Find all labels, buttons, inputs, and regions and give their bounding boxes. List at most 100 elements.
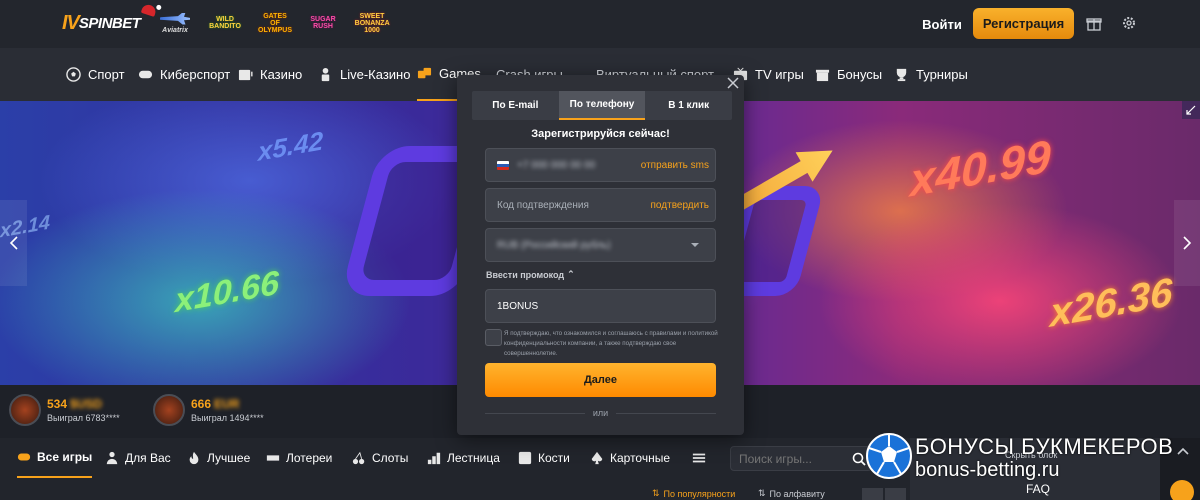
fire-icon (189, 451, 199, 465)
category-label: Лучшее (207, 451, 251, 465)
search-icon[interactable] (852, 452, 866, 466)
game-thumbnail (153, 394, 185, 426)
dice-icon (417, 67, 432, 79)
category-label: Все игры (37, 450, 93, 464)
nav-item-tournaments[interactable]: Турниры (894, 48, 968, 101)
support-chat-button[interactable] (1170, 480, 1194, 500)
gift-icon[interactable] (1086, 15, 1102, 31)
sort-label: По алфавиту (769, 488, 825, 499)
scroll-up-icon[interactable] (1176, 445, 1190, 459)
gamepad-icon (138, 70, 153, 79)
confirm-link[interactable]: подтвердить (651, 200, 709, 211)
nav-label: Киберспорт (160, 67, 231, 82)
nav-label: Live-Казино (340, 67, 411, 82)
sort-label: По популярности (663, 488, 736, 499)
sort-icon: ⇅ (758, 488, 766, 498)
category-dice[interactable]: Кости (518, 438, 570, 478)
category-lotteries[interactable]: Лотереи (266, 438, 332, 478)
category-label: Слоты (372, 451, 409, 465)
banner-multiplier: x26.36 (1050, 270, 1173, 336)
person-icon (106, 451, 118, 465)
currency-select[interactable]: RUB (Российский рубль) (485, 228, 716, 262)
send-sms-link[interactable]: отправить sms (641, 160, 709, 171)
trophy-icon (896, 68, 907, 82)
chevron-up-icon: ⌃ (567, 269, 575, 279)
search-input[interactable] (730, 446, 872, 471)
header-game-aviator[interactable]: Aviatrix (158, 9, 192, 37)
category-for-you[interactable]: Для Вас (105, 438, 171, 478)
game-thumbnail (9, 394, 41, 426)
winner-user: Выиграл 1494**** (191, 413, 264, 423)
category-cards[interactable]: Карточные (590, 438, 670, 478)
cherry-icon (352, 451, 365, 465)
nav-label: Бонусы (837, 67, 883, 82)
header-game-4[interactable]: SUGAR RUSH (306, 9, 340, 37)
category-more-menu[interactable] (692, 438, 706, 478)
spinbet-logo[interactable]: IV SPINBET (62, 3, 158, 35)
banner-prev-button[interactable] (0, 200, 27, 286)
sort-popular[interactable]: ⇅ По популярности (652, 488, 735, 499)
winner-item[interactable]: 666 EUR Выиграл 1494**** (153, 394, 264, 426)
modal-title: Зарегистрируйся сейчас! (531, 128, 670, 140)
tab-phone[interactable]: По телефону (558, 91, 646, 120)
watermark-title: БОНУСЫ БУКМЕКЕРОВ (915, 434, 1174, 459)
promo-code-input[interactable]: 1BONUS (485, 289, 716, 323)
list-view-icon[interactable] (885, 488, 906, 500)
soccer-ball-icon (66, 67, 81, 82)
nav-item-sport[interactable]: Спорт (66, 48, 125, 101)
promo-value: 1BONUS (497, 300, 539, 312)
category-best[interactable]: Лучшее (187, 438, 250, 478)
winner-item[interactable]: 534 $USD Выиграл 6783**** (9, 394, 120, 426)
header-game-5[interactable]: SWEET BONANZA 1000 (354, 9, 390, 37)
sort-alphabetical[interactable]: ⇅ По алфавиту (758, 488, 825, 499)
category-label: Для Вас (125, 451, 171, 465)
nav-item-esport[interactable]: Киберспорт (138, 48, 230, 101)
register-button[interactable]: Регистрация (973, 8, 1074, 39)
nav-item-live-casino[interactable]: Live-Казино (318, 48, 410, 101)
registration-tabs: По E-mail По телефону В 1 клик (472, 91, 732, 120)
ladder-icon (427, 452, 441, 465)
logo-text: SPINBET (78, 14, 141, 32)
category-ladder[interactable]: Лестница (427, 438, 500, 478)
tab-email[interactable]: По E-mail (472, 91, 559, 120)
category-label: Кости (538, 451, 570, 465)
close-icon[interactable] (726, 76, 740, 90)
login-button[interactable]: Войти (916, 12, 968, 36)
menu-icon (692, 453, 706, 463)
promo-code-toggle[interactable]: Ввести промокод ⌃ (486, 269, 575, 280)
header-game-3[interactable]: GATES OF OLYMPUS (258, 9, 292, 37)
winner-amount: 666 EUR (191, 397, 240, 411)
category-label: Лестница (447, 451, 500, 465)
winner-user: Выиграл 6783**** (47, 413, 120, 423)
consent-checkbox[interactable] (485, 329, 502, 346)
plane-icon (160, 12, 190, 25)
tab-one-click[interactable]: В 1 клик (645, 91, 732, 120)
soccer-ball-icon (866, 433, 912, 479)
faq-link[interactable]: FAQ (1026, 482, 1050, 496)
banner-collapse-button[interactable] (1182, 101, 1200, 119)
banner-next-button[interactable] (1174, 200, 1200, 286)
gear-icon[interactable] (1121, 15, 1137, 31)
category-slots[interactable]: Слоты (352, 438, 408, 478)
phone-field[interactable]: +7 000 000 00 00 отправить sms (485, 148, 716, 182)
code-placeholder: Код подтверждения (497, 199, 589, 211)
nav-item-casino[interactable]: Казино (238, 48, 302, 101)
divider-line (485, 412, 585, 414)
nav-item-bonuses[interactable]: Бонусы (815, 48, 882, 101)
category-all-games[interactable]: Все игры (17, 438, 93, 478)
dealer-icon (321, 67, 330, 82)
verification-code-field[interactable]: Код подтверждения подтвердить (485, 188, 716, 222)
category-label: Лотереи (286, 451, 333, 465)
grid-view-icon[interactable] (862, 488, 883, 500)
view-toggle[interactable] (862, 488, 906, 500)
or-label: или (592, 408, 609, 418)
promo-toggle-label: Ввести промокод (486, 269, 565, 280)
sort-icon: ⇅ (652, 488, 660, 498)
header-game-2[interactable]: WILD BANDITO (208, 9, 242, 37)
chevron-left-icon (9, 236, 18, 250)
winner-info: 534 $USD Выиграл 6783**** (47, 397, 120, 423)
nav-label: Спорт (88, 67, 125, 82)
banner-multiplier: x40.99 (910, 129, 1051, 207)
next-button[interactable]: Далее (485, 363, 716, 397)
phone-value: +7 000 000 00 00 (517, 159, 596, 171)
